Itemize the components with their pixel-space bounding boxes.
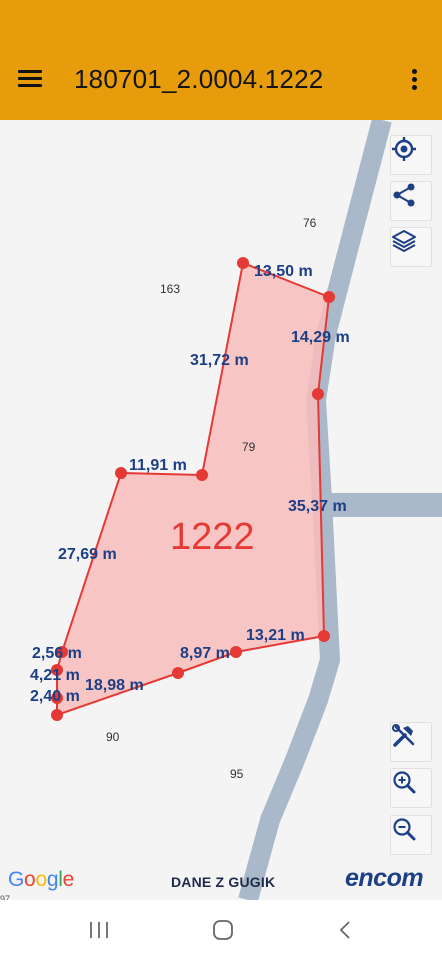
edge-length-label: 2,56 m bbox=[32, 645, 82, 662]
edge-length-label: 18,98 m bbox=[85, 677, 144, 694]
neighbor-parcel-label: 79 bbox=[242, 440, 256, 454]
my-location-icon bbox=[392, 137, 416, 161]
parcel-number: 1222 bbox=[170, 516, 255, 558]
home-button[interactable] bbox=[203, 914, 243, 946]
zoom-in-button[interactable] bbox=[390, 768, 432, 808]
vertex bbox=[196, 469, 208, 481]
vertex bbox=[318, 630, 330, 642]
page-title: 180701_2.0004.1222 bbox=[74, 64, 324, 94]
app-bar: 180701_2.0004.1222 bbox=[0, 0, 442, 120]
vertex bbox=[237, 257, 249, 269]
vertex bbox=[230, 646, 242, 658]
edge-length-label: 4,21 m bbox=[30, 667, 80, 684]
my-location-button[interactable] bbox=[390, 135, 432, 175]
tools-icon bbox=[392, 724, 415, 747]
edge-length-label: 8,97 m bbox=[180, 645, 230, 662]
map-canvas: 76 163 79 90 95 1222 13,50 m 14,29 m 31,… bbox=[30, 120, 442, 900]
edge-length-label: 35,37 m bbox=[288, 498, 347, 515]
neighbor-parcel-label: 95 bbox=[230, 767, 244, 781]
edge-length-label: 11,91 m bbox=[129, 457, 187, 474]
share-icon bbox=[393, 183, 415, 207]
layers-icon bbox=[392, 230, 416, 252]
data-source-label: DANE Z GUGIK bbox=[171, 874, 276, 890]
brand-logo: encom bbox=[345, 864, 424, 892]
edge-length-label: 13,21 m bbox=[246, 627, 305, 644]
recents-button[interactable] bbox=[79, 914, 119, 946]
neighbor-parcel-label: 90 bbox=[106, 730, 120, 744]
edge-length-label: 31,72 m bbox=[190, 352, 249, 369]
zoom-in-icon bbox=[393, 771, 416, 794]
google-logo: Google bbox=[8, 868, 74, 891]
neighbor-parcel-label: 76 bbox=[303, 216, 317, 230]
edge-length-label: 13,50 m bbox=[254, 263, 313, 280]
vertex bbox=[312, 388, 324, 400]
vertex bbox=[323, 291, 335, 303]
vertex bbox=[51, 709, 63, 721]
app-screen: 180701_2.0004.1222 76 163 79 90 95 1222 … bbox=[0, 0, 442, 960]
tools-button[interactable] bbox=[390, 722, 432, 762]
more-vert-icon[interactable] bbox=[404, 66, 424, 96]
back-icon bbox=[339, 921, 350, 939]
vertex bbox=[172, 667, 184, 679]
system-nav-bar bbox=[0, 900, 442, 960]
share-button[interactable] bbox=[390, 181, 432, 221]
map-view[interactable]: 76 163 79 90 95 1222 13,50 m 14,29 m 31,… bbox=[0, 120, 442, 904]
home-icon bbox=[213, 920, 233, 940]
edge-length-label: 14,29 m bbox=[291, 329, 350, 346]
hamburger-menu-icon[interactable] bbox=[18, 66, 50, 94]
edge-length-label: 27,69 m bbox=[58, 546, 117, 563]
neighbor-parcel-label: 163 bbox=[160, 282, 180, 296]
zoom-out-icon bbox=[393, 818, 416, 841]
edge-length-label: 2,40 m bbox=[30, 688, 80, 705]
zoom-out-button[interactable] bbox=[390, 815, 432, 855]
recents-icon bbox=[90, 922, 108, 938]
layers-button[interactable] bbox=[390, 227, 432, 267]
vertex bbox=[115, 467, 127, 479]
back-button[interactable] bbox=[326, 914, 366, 946]
